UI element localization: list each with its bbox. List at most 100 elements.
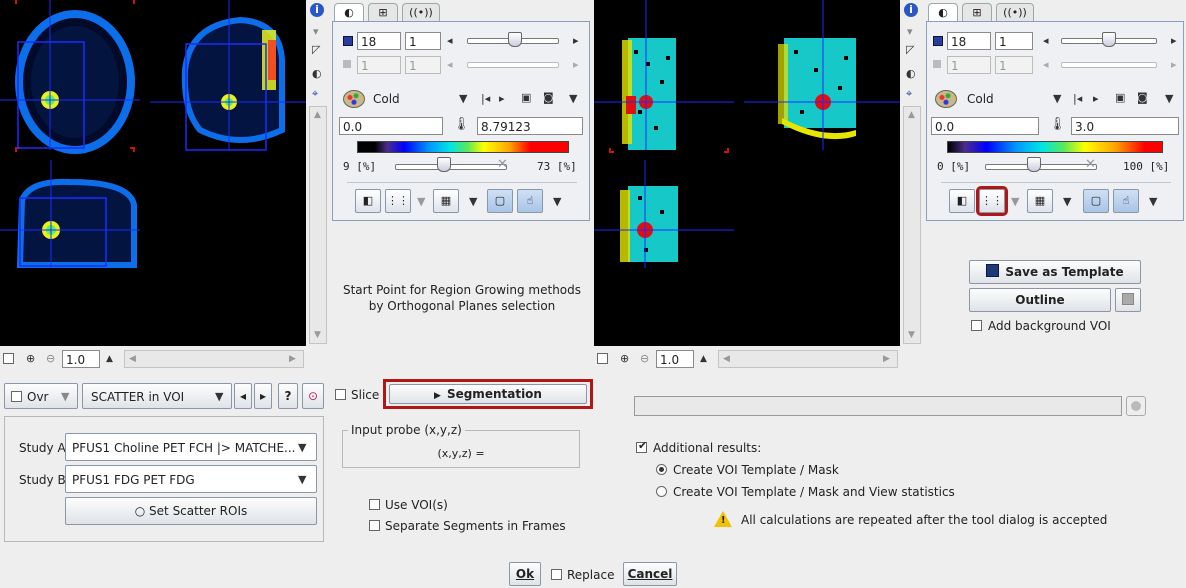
chevron-down-icon[interactable]: ▾ xyxy=(313,26,319,38)
slice-right-icon[interactable]: ▸ xyxy=(573,35,579,47)
slice-slider-thumb[interactable] xyxy=(1102,32,1116,47)
window-slider[interactable] xyxy=(985,164,1097,170)
rounded-square-icon[interactable]: ▢ xyxy=(487,189,513,213)
slice-left-icon[interactable]: ◂ xyxy=(1043,35,1049,47)
vertical-scrollbar[interactable]: ▲ ▼ xyxy=(309,106,327,344)
cancel-button[interactable]: Cancel xyxy=(623,562,677,586)
study-a-dropdown[interactable]: PFUS1 Choline PET FCH |> MATCHE... ▼ xyxy=(65,433,317,461)
grid-dropdown-icon[interactable]: ▼ xyxy=(417,196,425,208)
lut-edit-icon[interactable]: ◙ xyxy=(1137,92,1148,104)
use-vois-checkbox[interactable] xyxy=(369,499,380,510)
slice-left-icon[interactable]: ◂ xyxy=(447,35,453,47)
matrix-dropdown-icon[interactable]: ▼ xyxy=(1063,196,1071,208)
right-image-view[interactable] xyxy=(594,0,900,346)
zoom-out-icon[interactable]: ⊖ xyxy=(640,353,649,365)
ok-button[interactable]: Ok xyxy=(509,562,541,586)
thermometer-icon[interactable]: 🌡 xyxy=(453,118,470,131)
matrix-icon[interactable]: ▦ xyxy=(1027,189,1053,213)
tab-signal[interactable]: ((•)) xyxy=(996,3,1034,22)
zoom-out-icon[interactable]: ⊖ xyxy=(46,353,55,365)
left-horizontal-scrollbar[interactable]: ◀ ▶ xyxy=(124,350,304,368)
tab-signal[interactable]: ((•)) xyxy=(402,3,440,22)
save-atlas-button[interactable]: Save as Template Atlas xyxy=(969,260,1141,301)
palette-icon[interactable] xyxy=(935,90,957,108)
option1-radio[interactable] xyxy=(656,464,667,475)
max-value-field[interactable]: 8.79123 xyxy=(477,117,583,135)
crosshair-icon[interactable]: ⌖ xyxy=(312,88,318,100)
vertical-scrollbar[interactable]: ▲ ▼ xyxy=(903,106,921,344)
add-background-checkbox[interactable] xyxy=(971,320,982,331)
zoom-up-icon[interactable]: ▲ xyxy=(106,353,113,365)
lut-invert-icon[interactable]: ▣ xyxy=(521,92,531,104)
lut-next-icon[interactable]: ▸ xyxy=(499,93,505,105)
stop-icon[interactable] xyxy=(1126,396,1146,416)
window-slider[interactable] xyxy=(395,164,507,170)
replace-checkbox[interactable] xyxy=(551,569,562,580)
frame-field[interactable]: 1 xyxy=(405,32,441,50)
tab-layout[interactable]: ⊞ xyxy=(962,3,992,22)
slice-checkbox[interactable] xyxy=(335,389,346,400)
pointer-dropdown-icon[interactable]: ▼ xyxy=(553,196,561,208)
separate-segments-checkbox[interactable] xyxy=(369,520,380,531)
slice-slider-thumb[interactable] xyxy=(508,32,522,47)
target-button[interactable]: ⊙ xyxy=(302,383,324,409)
set-scatter-rois-button[interactable]: ○ Set Scatter ROIs xyxy=(65,497,317,525)
lut-name[interactable]: Cold xyxy=(373,92,400,106)
right-view-checkbox[interactable] xyxy=(597,353,608,364)
ovr-checkbox[interactable] xyxy=(11,391,22,402)
reset-x-icon[interactable]: ✕ xyxy=(497,158,508,171)
lut-prev-icon[interactable]: |◂ xyxy=(481,93,490,105)
fusion-mode-icon[interactable]: ◧ xyxy=(949,189,975,213)
corner-tool-icon[interactable]: ◸ xyxy=(312,44,320,56)
tab-layout[interactable]: ⊞ xyxy=(368,3,398,22)
contrast-icon[interactable]: ◐ xyxy=(312,68,322,80)
scroll-up-icon[interactable]: ▲ xyxy=(908,109,915,121)
matrix-icon[interactable]: ▦ xyxy=(433,189,459,213)
method-dropdown[interactable]: SCATTER in VOI ▼ xyxy=(82,383,232,409)
segmentation-button[interactable]: ▶ Segmentation xyxy=(389,384,587,404)
left-view-checkbox[interactable] xyxy=(3,353,14,364)
chevron-down-icon[interactable]: ▾ xyxy=(907,26,913,38)
slice-field[interactable]: 18 xyxy=(947,32,991,50)
option2-radio[interactable] xyxy=(656,486,667,497)
palette-icon[interactable] xyxy=(343,90,365,108)
grid-layout-icon[interactable]: ⋮⋮ xyxy=(385,189,411,213)
slice-right-icon[interactable]: ▸ xyxy=(1171,35,1177,47)
info-icon[interactable]: i xyxy=(904,3,918,17)
scroll-up-icon[interactable]: ▲ xyxy=(314,109,321,121)
color-bar[interactable] xyxy=(357,141,569,153)
save-outline-button[interactable] xyxy=(1115,288,1141,312)
lut-name[interactable]: Cold xyxy=(967,92,994,106)
matrix-dropdown-icon[interactable]: ▼ xyxy=(469,196,477,208)
reset-x-icon[interactable]: ✕ xyxy=(1085,158,1096,171)
tab-contrast[interactable]: ◐ xyxy=(928,3,958,22)
hscroll-right-icon[interactable]: ▶ xyxy=(883,353,890,365)
pointer-icon[interactable]: ☝ xyxy=(1113,189,1139,213)
zoom-up-icon[interactable]: ▲ xyxy=(700,353,707,365)
lut-dropdown-icon[interactable]: ▼ xyxy=(1053,93,1061,105)
contrast-icon[interactable]: ◐ xyxy=(906,68,916,80)
hscroll-right-icon[interactable]: ▶ xyxy=(289,353,296,365)
info-icon[interactable]: i xyxy=(310,3,324,17)
grid-layout-icon[interactable]: ⋮⋮ xyxy=(976,186,1008,216)
color-bar[interactable] xyxy=(947,141,1163,153)
zoom-in-icon[interactable]: ⊕ xyxy=(620,353,629,365)
fusion-mode-icon[interactable]: ◧ xyxy=(355,189,381,213)
lut-dropdown-icon[interactable]: ▼ xyxy=(459,93,467,105)
corner-tool-icon[interactable]: ◸ xyxy=(906,44,914,56)
slice-field[interactable]: 18 xyxy=(357,32,401,50)
pointer-icon[interactable]: ☝ xyxy=(517,189,543,213)
method-prev-button[interactable]: ◂ xyxy=(234,383,252,409)
pointer-dropdown-icon[interactable]: ▼ xyxy=(1149,196,1157,208)
zoom-field[interactable]: 1.0 xyxy=(62,350,100,368)
left-image-view[interactable] xyxy=(0,0,306,346)
lut-options-icon[interactable]: ▼ xyxy=(1165,93,1173,105)
scroll-down-icon[interactable]: ▼ xyxy=(314,329,321,341)
method-next-button[interactable]: ▸ xyxy=(254,383,272,409)
lut-edit-icon[interactable]: ◙ xyxy=(543,92,554,104)
frame-field[interactable]: 1 xyxy=(995,32,1033,50)
zoom-field[interactable]: 1.0 xyxy=(656,350,694,368)
study-b-dropdown[interactable]: PFUS1 FDG PET FDG ▼ xyxy=(65,465,317,493)
right-horizontal-scrollbar[interactable]: ◀ ▶ xyxy=(718,350,898,368)
ovr-dropdown[interactable]: Ovr ▼ xyxy=(4,383,78,409)
